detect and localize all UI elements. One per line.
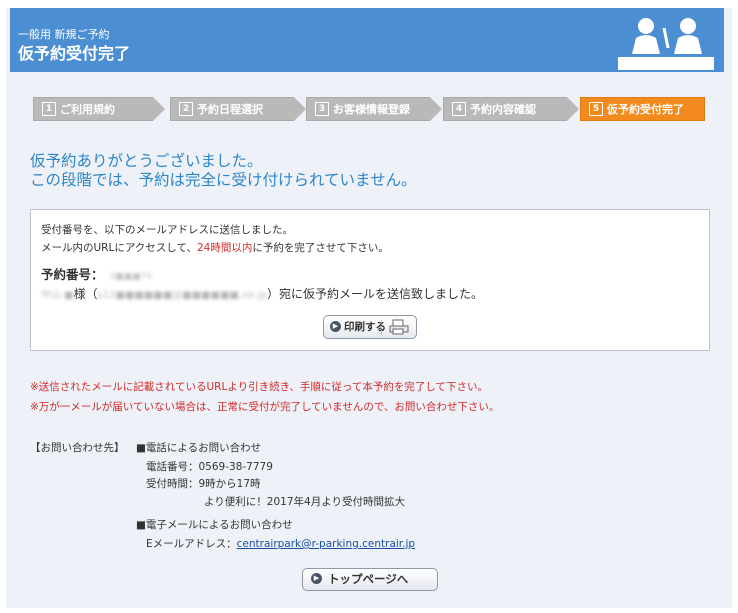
step-number: 2 bbox=[179, 102, 193, 116]
step-number: 4 bbox=[452, 102, 466, 116]
headline-line-2: この段階では、予約は完全に受け付けられていません。 bbox=[30, 171, 417, 189]
complete-instruction: メール内のURLにアクセスして、24時間以内に予約を完了させて下さい。 bbox=[41, 240, 389, 255]
email-heading: ■電子メールによるお問い合わせ bbox=[136, 519, 293, 531]
note-email-not-received: ※万が一メールが届いていない場合は、正常に受付が完了していませんので、お問い合わ… bbox=[30, 401, 500, 413]
print-button[interactable]: ▶ 印刷する bbox=[323, 315, 417, 339]
reservation-number: 予約番号： 9■■■76 bbox=[41, 264, 152, 283]
email-row: Eメールアドレス：centrairpark@r-parking.centrair… bbox=[146, 536, 415, 551]
phone-number: 電話番号：0569-38-7779 bbox=[146, 461, 273, 473]
reservation-number-value: 9■■■76 bbox=[109, 272, 153, 282]
phone-heading: ■電話によるお問い合わせ bbox=[136, 442, 262, 454]
instruction-text-end: に予約を完了させて下さい。 bbox=[252, 242, 389, 254]
email-label: Eメールアドレス： bbox=[146, 538, 237, 550]
step-number: 3 bbox=[315, 102, 329, 116]
headline-line-1: 仮予約ありがとうございました。 bbox=[30, 152, 263, 170]
confirmation-box: 受付番号を、以下のメールアドレスに送信しました。 メール内のURLにアクセスして… bbox=[30, 209, 710, 351]
reservation-number-label: 予約番号： bbox=[41, 267, 104, 282]
print-button-label: 印刷する bbox=[344, 321, 386, 333]
step-label: 予約日程選択 bbox=[197, 103, 263, 116]
arrow-right-icon: ▶ bbox=[311, 573, 322, 584]
step-schedule: 2 予約日程選択 bbox=[170, 97, 306, 121]
instruction-text: メール内のURLにアクセスして、 bbox=[41, 242, 197, 254]
email-sent-notice: 受付番号を、以下のメールアドレスに送信しました。 bbox=[41, 224, 293, 236]
reception-desk-illustration bbox=[618, 18, 714, 70]
customer-email: s12■■■■■■@■■■■■■.ne.jp bbox=[97, 290, 267, 301]
top-page-button-label: トップページへ bbox=[328, 572, 409, 586]
step-number: 1 bbox=[42, 102, 56, 116]
step-customer-info: 3 お客様情報登録 bbox=[306, 97, 442, 121]
sent-to-line: 中山 ■様（s12■■■■■■@■■■■■■.ne.jp）宛に仮予約メールを送信… bbox=[41, 285, 483, 302]
customer-name: 中山 ■ bbox=[41, 290, 74, 301]
hours-extension-note: より便利に！2017年4月より受付時間拡大 bbox=[204, 496, 405, 508]
step-label: ご利用規約 bbox=[60, 103, 115, 116]
honorific: 様（ bbox=[73, 287, 98, 301]
step-complete: 5 仮予約受付完了 bbox=[580, 97, 705, 121]
thank-you-message: 仮予約ありがとうございました。 この段階では、予約は完全に受け付けられていません… bbox=[30, 152, 417, 190]
step-label: お客様情報登録 bbox=[333, 103, 410, 116]
step-label: 仮予約受付完了 bbox=[607, 103, 684, 116]
sent-text: ）宛に仮予約メールを送信致しました。 bbox=[266, 287, 483, 301]
arrow-right-icon: ▶ bbox=[330, 320, 341, 332]
contact-label: 【お問い合わせ先】 bbox=[30, 442, 125, 454]
deadline-text: 24時間以内 bbox=[196, 242, 253, 254]
top-page-button[interactable]: ▶ トップページへ bbox=[302, 568, 438, 591]
step-confirm: 4 予約内容確認 bbox=[443, 97, 579, 121]
printer-icon bbox=[389, 319, 409, 335]
page-title: 仮予約受付完了 bbox=[18, 44, 131, 63]
button-separator bbox=[381, 320, 382, 335]
contact-email-link[interactable]: centrairpark@r-parking.centrair.jp bbox=[237, 538, 415, 550]
step-label: 予約内容確認 bbox=[470, 103, 536, 116]
note-complete-reservation: ※送信されたメールに記載されているURLより引き続き、手順に従って本予約を完了し… bbox=[30, 381, 489, 393]
page-header: 一般用 新規ご予約 仮予約受付完了 bbox=[10, 8, 724, 72]
step-terms: 1 ご利用規約 bbox=[33, 97, 165, 121]
step-number: 5 bbox=[589, 102, 603, 116]
reception-hours: 受付時間：9時から17時 bbox=[146, 478, 261, 490]
progress-steps: 1 ご利用規約 2 予約日程選択 3 お客様情報登録 4 予約内容確認 5 仮予約受付完了 bbox=[33, 97, 705, 121]
